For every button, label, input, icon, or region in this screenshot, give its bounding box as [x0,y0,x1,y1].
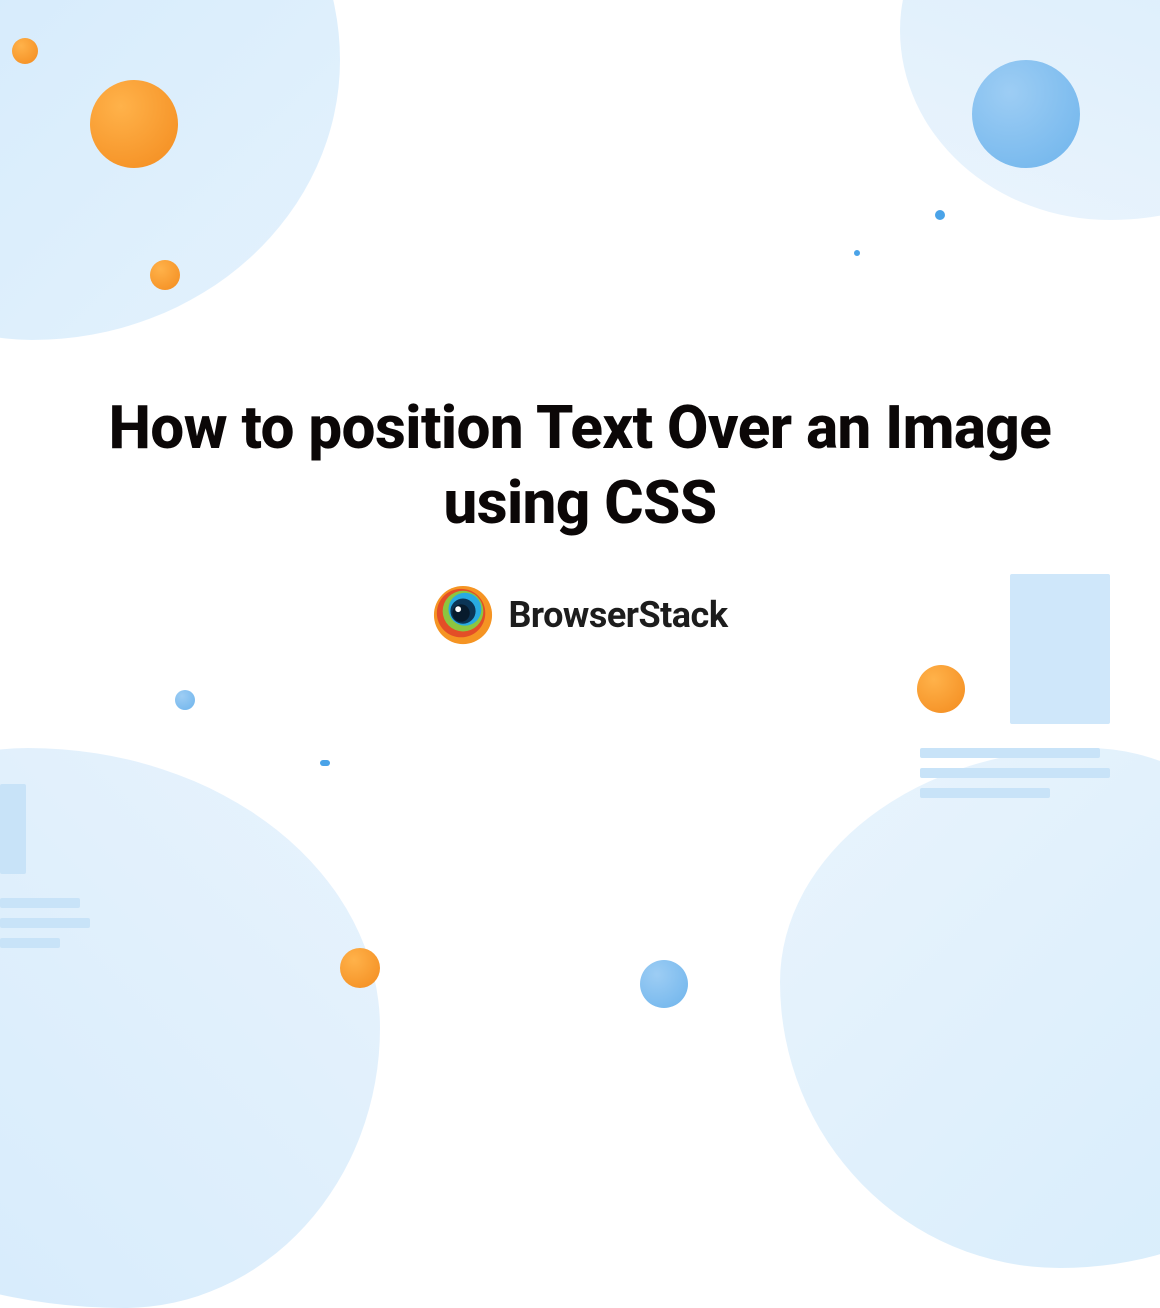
dot-blue-icon [854,250,860,256]
dot-orange-icon [917,665,965,713]
browserstack-logo-icon [432,584,494,646]
dot-blue-icon [935,210,945,220]
dot-orange-icon [150,260,180,290]
brand-name: BrowserStack [508,594,727,636]
dot-blue-icon [972,60,1080,168]
bg-blob-bottom-right [780,748,1160,1268]
dot-orange-icon [90,80,178,168]
dot-blue-icon [640,960,688,1008]
hero-content: How to position Text Over an Image using… [0,390,1160,646]
dot-orange-icon [12,38,38,64]
dot-blue-icon [175,690,195,710]
dot-orange-icon [340,948,380,988]
brand-logo: BrowserStack [0,584,1160,646]
decorative-lines-left [0,784,90,948]
page-title: How to position Text Over an Image using… [0,390,1160,540]
dot-blue-icon [320,760,330,766]
